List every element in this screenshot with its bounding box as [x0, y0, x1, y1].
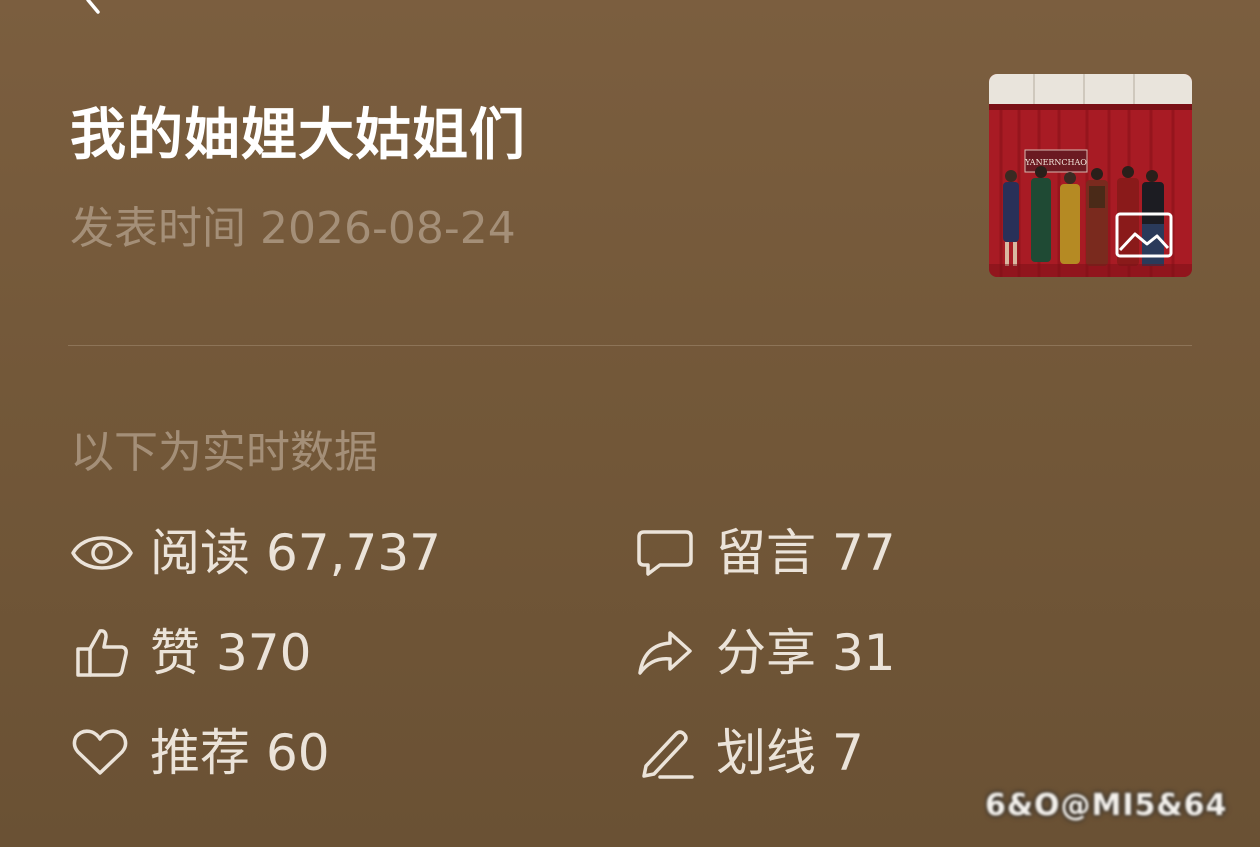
- stat-likes-value: 370: [216, 624, 312, 682]
- share-icon: [636, 625, 700, 681]
- publish-time: 发表时间 2026-08-24: [70, 196, 516, 262]
- stat-underlines-value: 7: [832, 724, 864, 782]
- stat-reads[interactable]: 阅读 67,737: [70, 518, 441, 588]
- stat-underlines-label: 划线: [716, 724, 816, 782]
- article-thumbnail[interactable]: YANERNCHAO: [989, 74, 1192, 277]
- chevron-left-icon: [80, 0, 104, 18]
- stat-comments-value: 77: [832, 524, 896, 582]
- comment-icon: [636, 525, 700, 581]
- stat-shares[interactable]: 分享 31: [636, 618, 896, 688]
- stat-shares-value: 31: [832, 624, 896, 682]
- article-title: 我的妯娌大姑姐们: [70, 103, 526, 168]
- stat-recommends[interactable]: 推荐 60: [70, 718, 330, 788]
- heart-icon: [70, 725, 134, 781]
- thumbs-up-icon: [70, 625, 134, 681]
- stats-section-label: 以下为实时数据: [70, 427, 378, 478]
- back-button[interactable]: [78, 0, 106, 16]
- watermark: 6&O@MI5&64: [985, 788, 1228, 823]
- publish-label: 发表时间: [70, 203, 246, 254]
- stat-underlines[interactable]: 划线 7: [636, 718, 864, 788]
- stat-comments-label: 留言: [716, 524, 816, 582]
- stat-shares-label: 分享: [716, 624, 816, 682]
- section-divider: [68, 345, 1192, 346]
- stat-reads-label: 阅读: [150, 524, 250, 582]
- stat-likes[interactable]: 赞 370: [70, 618, 311, 688]
- publish-date: 2026-08-24: [260, 203, 516, 254]
- stat-reads-value: 67,737: [266, 524, 441, 582]
- stat-recommends-label: 推荐: [150, 724, 250, 782]
- pencil-icon: [636, 725, 700, 781]
- stat-recommends-value: 60: [266, 724, 330, 782]
- thumbnail-sign-text: YANERNCHAO: [1024, 158, 1087, 167]
- eye-icon: [70, 525, 134, 581]
- stat-comments[interactable]: 留言 77: [636, 518, 896, 588]
- stat-likes-label: 赞: [150, 624, 200, 682]
